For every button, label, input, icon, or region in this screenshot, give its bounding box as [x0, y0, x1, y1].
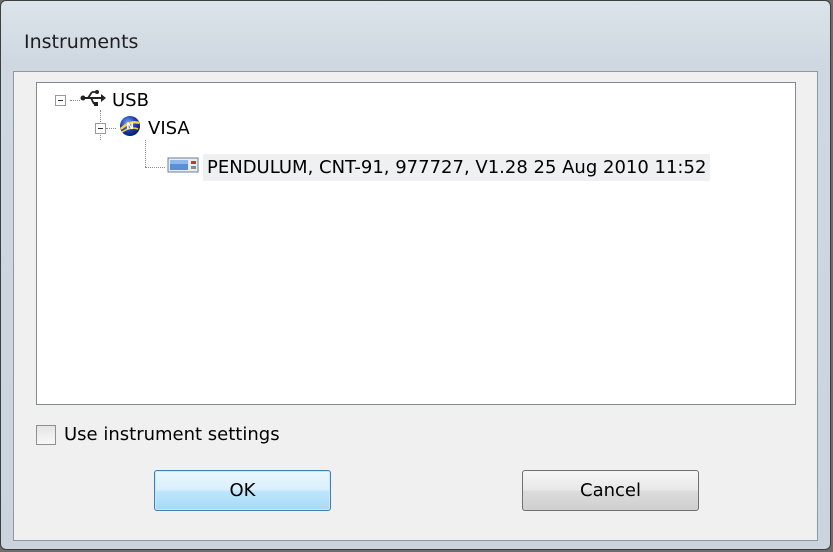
tree-connector: [145, 140, 146, 167]
use-instrument-settings-label: Use instrument settings: [64, 424, 280, 445]
instruments-dialog: Instruments USB N VISA PENDULUM, CNT-91,…: [0, 0, 831, 550]
instrument-tree[interactable]: USB N VISA PENDULUM, CNT-91, 977727, V1.…: [36, 82, 796, 405]
tree-node-label: PENDULUM, CNT-91, 977727, V1.28 25 Aug 2…: [203, 153, 711, 181]
tree-node-visa[interactable]: N VISA: [95, 114, 190, 142]
ok-button[interactable]: OK: [154, 470, 331, 511]
usb-icon: [80, 88, 106, 113]
cancel-button[interactable]: Cancel: [522, 470, 699, 511]
dialog-title: Instruments: [24, 31, 139, 53]
tree-connector: [145, 167, 165, 168]
tree-node-label: VISA: [148, 117, 190, 139]
use-instrument-settings-option[interactable]: Use instrument settings: [36, 424, 280, 445]
collapse-visa-toggle[interactable]: [95, 122, 106, 134]
title-bar[interactable]: Instruments: [1, 1, 830, 71]
tree-node-label: USB: [112, 89, 149, 111]
collapse-usb-toggle[interactable]: [55, 94, 66, 106]
dialog-client-area: USB N VISA PENDULUM, CNT-91, 977727, V1.…: [13, 71, 818, 541]
use-instrument-settings-checkbox[interactable]: [36, 424, 56, 445]
tree-node-usb[interactable]: USB: [55, 86, 149, 114]
instrument-icon: [167, 156, 199, 179]
svg-text:N: N: [126, 122, 134, 132]
visa-icon: N: [118, 114, 142, 143]
tree-node-instrument[interactable]: PENDULUM, CNT-91, 977727, V1.28 25 Aug 2…: [167, 153, 711, 181]
